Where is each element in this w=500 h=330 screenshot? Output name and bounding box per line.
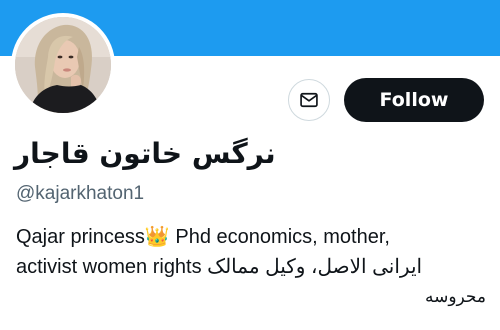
profile-header: Follow نرگس خاتون قاجار @kajarkhaton1 Qa… [0, 0, 500, 330]
follow-button[interactable]: Follow [344, 78, 484, 122]
avatar[interactable] [15, 17, 111, 113]
avatar-ring [11, 13, 115, 117]
bio-line: Qajar princess👑 Phd economics, mother, [16, 226, 390, 248]
avatar-photo [15, 17, 111, 113]
message-button[interactable] [288, 79, 330, 121]
envelope-icon [300, 92, 318, 108]
profile-bio: Qajar princess👑 Phd economics, mother, a… [16, 222, 486, 312]
display-name: نرگس خاتون قاجار [14, 137, 276, 170]
bio-line: activist women rights ایرانی الاصل، وکیل… [16, 256, 423, 278]
bio-line: محروسه [424, 287, 486, 306]
user-handle: @kajarkhaton1 [16, 183, 145, 204]
